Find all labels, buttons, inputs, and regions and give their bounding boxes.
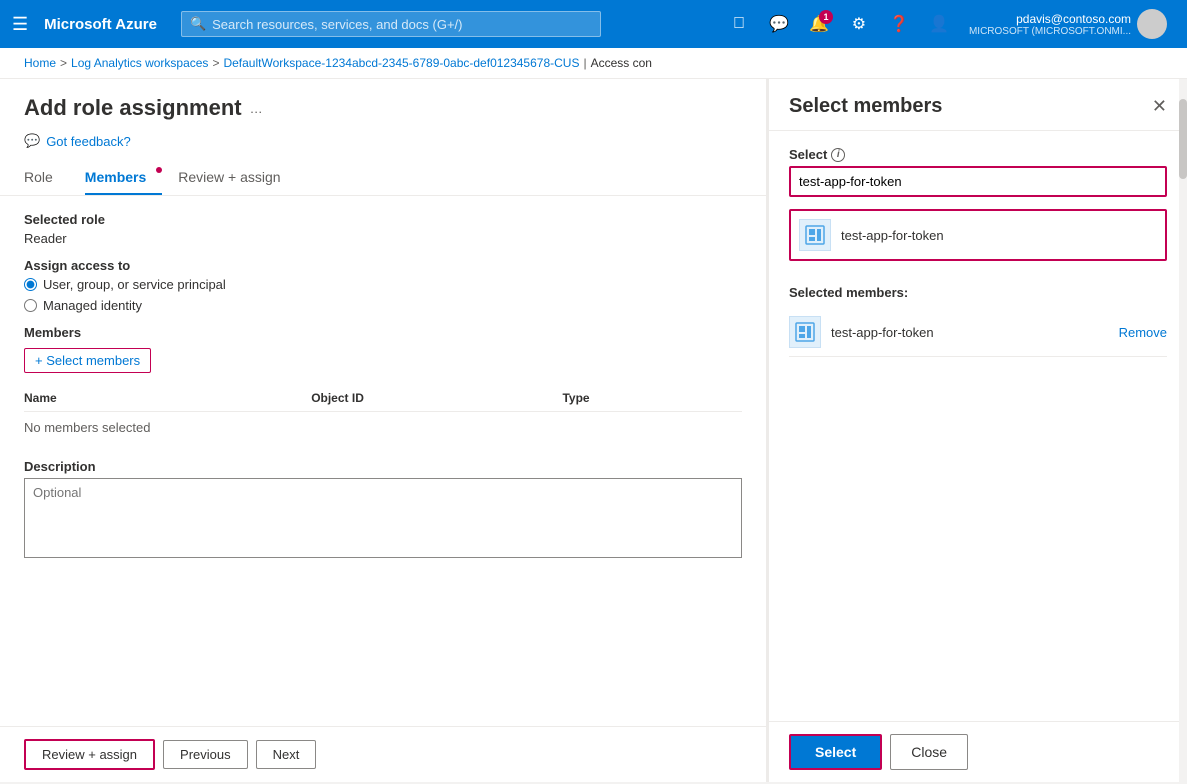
nav-icons:  💬 🔔 1 ⚙ ❓ 👤 pdavis@contoso.com MICROSO…	[721, 5, 1175, 43]
ellipsis-menu[interactable]: …	[250, 101, 263, 116]
scrollbar-thumb[interactable]	[1179, 99, 1187, 179]
assign-access-radio-group: User, group, or service principal Manage…	[24, 277, 742, 313]
right-panel-body: Select i test-app-for-token Selected mem…	[769, 131, 1187, 721]
review-assign-button[interactable]: Review + assign	[24, 739, 155, 770]
assign-access-label: Assign access to	[24, 258, 742, 273]
feedback-bar: 💬 Got feedback?	[0, 129, 766, 161]
search-input[interactable]	[212, 17, 592, 32]
selected-members-label: Selected members:	[789, 285, 1167, 300]
col-header-type: Type	[562, 385, 742, 412]
breadcrumb-workspace-name[interactable]: DefaultWorkspace-1234abcd-2345-6789-0abc…	[223, 56, 579, 70]
selected-member-name: test-app-for-token	[831, 325, 1109, 340]
help-icon[interactable]: ❓	[881, 6, 917, 42]
feedback-link[interactable]: Got feedback?	[46, 134, 131, 149]
search-icon: 🔍	[190, 16, 206, 32]
description-textarea[interactable]	[24, 478, 742, 558]
bottom-bar: Review + assign Previous Next	[0, 726, 766, 782]
selected-role-value: Reader	[24, 231, 742, 246]
form-body: Selected role Reader Assign access to Us…	[0, 196, 766, 726]
info-icon: i	[831, 148, 845, 162]
search-result-name: test-app-for-token	[841, 228, 944, 243]
user-tenant: MICROSOFT (MICROSOFT.ONMI...	[969, 26, 1131, 37]
breadcrumb-workspaces[interactable]: Log Analytics workspaces	[71, 56, 208, 70]
tab-review-assign[interactable]: Review + assign	[178, 161, 296, 195]
page-header: Add role assignment …	[0, 79, 766, 129]
user-avatar	[1137, 9, 1167, 39]
global-search-box[interactable]: 🔍	[181, 11, 601, 37]
app-icon	[799, 219, 831, 251]
tab-role[interactable]: Role	[24, 161, 69, 195]
user-profile[interactable]: pdavis@contoso.com MICROSOFT (MICROSOFT.…	[961, 5, 1175, 43]
breadcrumb-current: Access con	[591, 56, 652, 70]
main-layout: Add role assignment … 💬 Got feedback? Ro…	[0, 79, 1187, 782]
scrollbar-track	[1179, 79, 1187, 782]
right-panel: Select members ✕ Select i test-app-for	[767, 79, 1187, 782]
radio-managed-identity[interactable]: Managed identity	[24, 298, 742, 313]
right-panel-footer: Select Close	[769, 721, 1187, 782]
feedback-icon[interactable]: 💬	[761, 6, 797, 42]
previous-button[interactable]: Previous	[163, 740, 248, 769]
cloud-shell-icon[interactable]: 	[721, 6, 757, 42]
col-header-id: Object ID	[311, 385, 562, 412]
breadcrumb-home[interactable]: Home	[24, 56, 56, 70]
close-button[interactable]: Close	[890, 734, 968, 770]
breadcrumb: Home > Log Analytics workspaces > Defaul…	[0, 48, 1187, 79]
user-email: pdavis@contoso.com	[969, 12, 1131, 26]
breadcrumb-sep1: >	[60, 56, 67, 70]
close-panel-button[interactable]: ✕	[1152, 96, 1167, 117]
select-field-label: Select i	[789, 147, 1167, 162]
tab-members[interactable]: Members	[85, 161, 162, 195]
select-members-button[interactable]: + Select members	[24, 348, 151, 373]
member-search-input[interactable]	[789, 166, 1167, 197]
members-label: Members	[24, 325, 742, 340]
page-title: Add role assignment	[24, 95, 242, 121]
remove-member-button[interactable]: Remove	[1119, 325, 1167, 340]
brand-logo: Microsoft Azure	[44, 16, 157, 33]
members-dot	[156, 167, 162, 173]
search-result-item[interactable]: test-app-for-token	[789, 209, 1167, 261]
members-table: Name Object ID Type No members selected	[24, 385, 742, 443]
col-header-name: Name	[24, 385, 311, 412]
top-navigation: ☰ Microsoft Azure 🔍  💬 🔔 1 ⚙ ❓ 👤 pdavis…	[0, 0, 1187, 48]
description-label: Description	[24, 459, 742, 474]
settings-icon[interactable]: ⚙	[841, 6, 877, 42]
tabs: Role Members Review + assign	[0, 161, 766, 196]
selected-members-section: Selected members: test-app-for-token Rem…	[789, 285, 1167, 357]
description-section: Description	[24, 459, 742, 561]
breadcrumb-sep2: >	[212, 56, 219, 70]
directory-icon[interactable]: 👤	[921, 6, 957, 42]
feedback-icon-small: 💬	[24, 133, 40, 149]
right-panel-title: Select members	[789, 95, 942, 118]
table-row: No members selected	[24, 412, 742, 444]
selected-role-label: Selected role	[24, 212, 742, 227]
breadcrumb-sep3: |	[583, 56, 586, 70]
right-panel-header: Select members ✕	[769, 79, 1187, 131]
members-section: + Select members Name Object ID Type No …	[24, 348, 742, 443]
selected-member-icon	[789, 316, 821, 348]
notifications-icon[interactable]: 🔔 1	[801, 6, 837, 42]
list-item: test-app-for-token Remove	[789, 308, 1167, 357]
select-confirm-button[interactable]: Select	[789, 734, 882, 770]
radio-user-group[interactable]: User, group, or service principal	[24, 277, 742, 292]
left-panel: Add role assignment … 💬 Got feedback? Ro…	[0, 79, 767, 782]
next-button[interactable]: Next	[256, 740, 317, 769]
hamburger-menu[interactable]: ☰	[12, 14, 28, 35]
no-members-text: No members selected	[24, 412, 742, 444]
